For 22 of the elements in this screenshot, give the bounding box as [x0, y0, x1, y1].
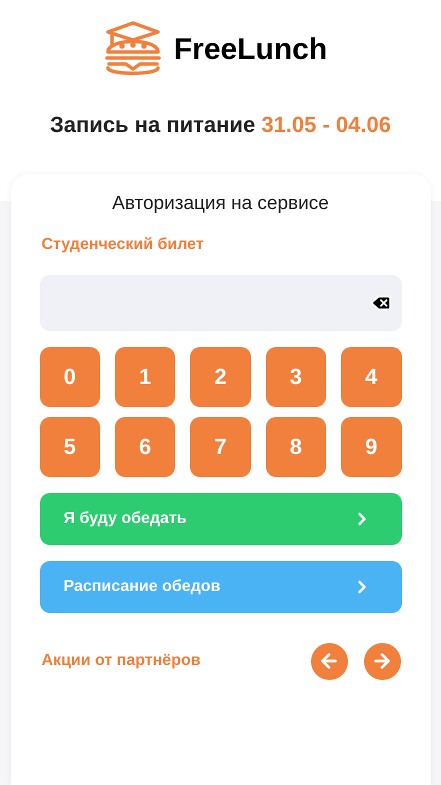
previous-button[interactable] — [310, 642, 348, 680]
brand-name: FreeLunch — [174, 32, 328, 68]
digit-key[interactable]: 3 — [266, 346, 326, 406]
digit-key[interactable]: 9 — [341, 416, 402, 476]
page-heading: Запись на питание 31.05 - 04.06 — [50, 111, 391, 139]
digit-key[interactable]: 1 — [114, 346, 176, 406]
digit-key[interactable]: 2 — [190, 346, 251, 406]
next-button[interactable] — [364, 642, 400, 680]
digit-key[interactable]: 4 — [341, 346, 402, 406]
digit-key[interactable]: 0 — [40, 346, 100, 406]
digit-key[interactable]: 8 — [266, 416, 326, 476]
digit-key[interactable]: 7 — [190, 416, 251, 476]
student-id-field[interactable] — [40, 274, 402, 330]
field-label: Студенческий билет — [42, 234, 205, 254]
arrow-right-icon — [371, 650, 393, 672]
partners-label: Акции от партнёров — [42, 651, 201, 671]
digit-key[interactable]: 6 — [114, 416, 176, 476]
arrow-left-icon — [318, 650, 340, 672]
action-button[interactable]: Я буду обедать — [40, 492, 402, 544]
digit-key[interactable]: 5 — [40, 416, 100, 476]
action-button[interactable]: Расписание обедов — [40, 560, 402, 612]
card-title: Авторизация на сервисе — [111, 192, 330, 216]
